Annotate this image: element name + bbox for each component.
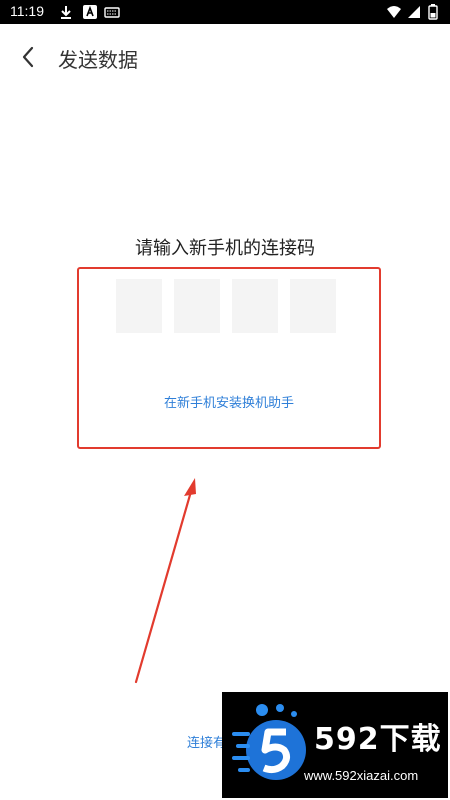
- a-badge-icon: [83, 5, 97, 19]
- wifi-icon: [387, 6, 401, 18]
- download-icon: [61, 6, 71, 19]
- status-time: 11:19: [10, 3, 44, 19]
- battery-icon: [428, 4, 438, 20]
- watermark-url: www.592xiazai.com: [304, 768, 419, 783]
- keyboard-icon: [104, 7, 120, 18]
- code-digit-2[interactable]: [174, 279, 220, 333]
- status-bar: 11:19: [0, 0, 450, 24]
- code-digit-1[interactable]: [116, 279, 162, 333]
- install-helper-link[interactable]: 在新手机安装换机助手: [79, 392, 379, 411]
- chevron-left-icon: [22, 46, 34, 68]
- connection-code-prompt: 请输入新手机的连接码: [135, 238, 315, 259]
- back-button[interactable]: [14, 42, 44, 72]
- signal-icon: [408, 6, 420, 18]
- code-digit-4[interactable]: [290, 279, 336, 333]
- connect-link[interactable]: 连接有: [187, 732, 226, 751]
- page-title: 发送数据: [58, 48, 138, 72]
- code-digit-3[interactable]: [232, 279, 278, 333]
- site-watermark: 592下载 www.592xiazai.com: [222, 692, 448, 798]
- watermark-brand: 592下载: [314, 722, 442, 757]
- connection-code-input[interactable]: [116, 279, 338, 333]
- annotation-highlight-box: 在新手机安装换机助手: [77, 267, 381, 449]
- app-header: 发送数据: [0, 24, 450, 88]
